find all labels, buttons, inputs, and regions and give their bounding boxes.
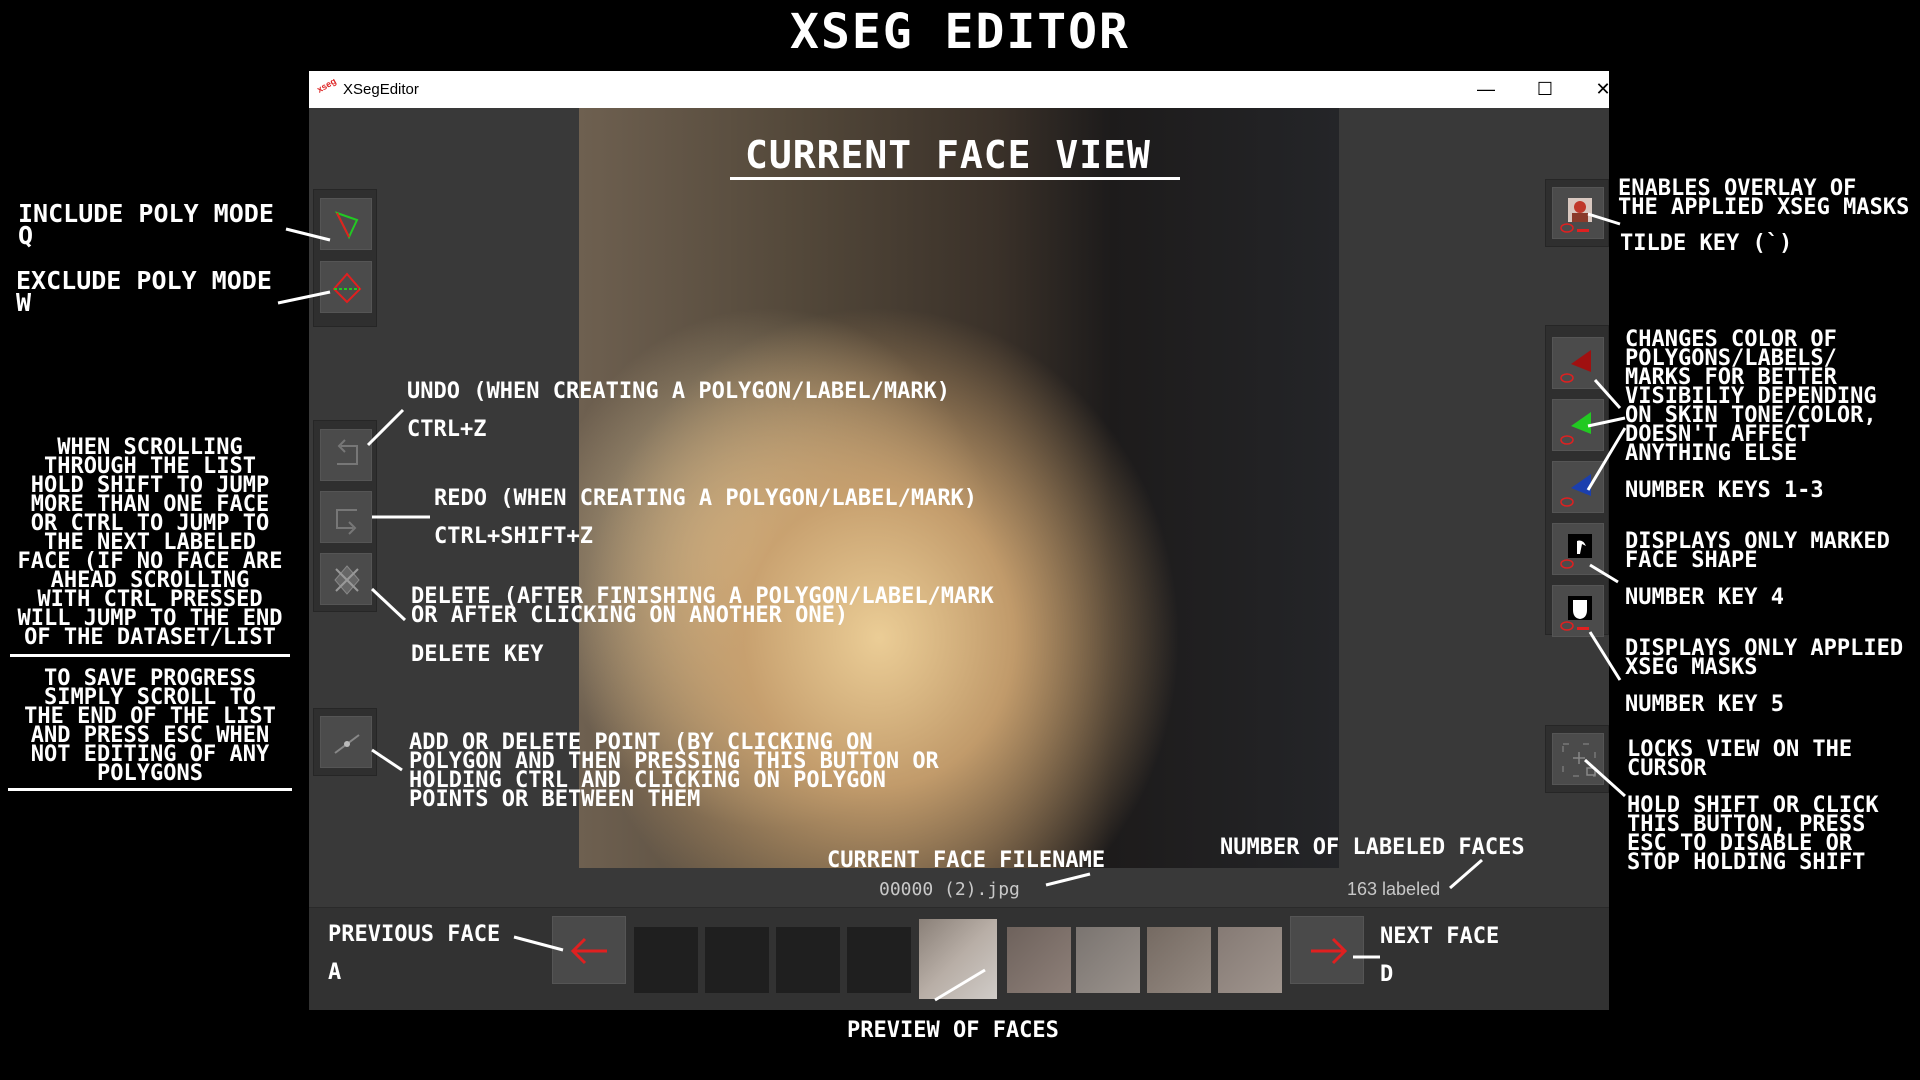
callout-line	[366, 408, 405, 447]
callout-line	[513, 935, 564, 952]
callout-line	[1587, 416, 1626, 428]
callout-line	[1593, 379, 1622, 409]
callout-line	[1587, 212, 1621, 226]
callout-line	[1045, 872, 1091, 887]
callout-line	[371, 748, 403, 772]
callout-line	[1586, 427, 1627, 491]
callout-line	[1449, 858, 1483, 890]
callout-line	[1588, 631, 1622, 681]
callout-line	[370, 587, 407, 622]
callout-lines	[277, 212, 1627, 1002]
callout-line	[277, 290, 331, 305]
callout-line	[285, 227, 331, 242]
callout-line	[1589, 563, 1619, 584]
callout-line	[1583, 758, 1627, 798]
callout-line	[934, 968, 986, 1002]
